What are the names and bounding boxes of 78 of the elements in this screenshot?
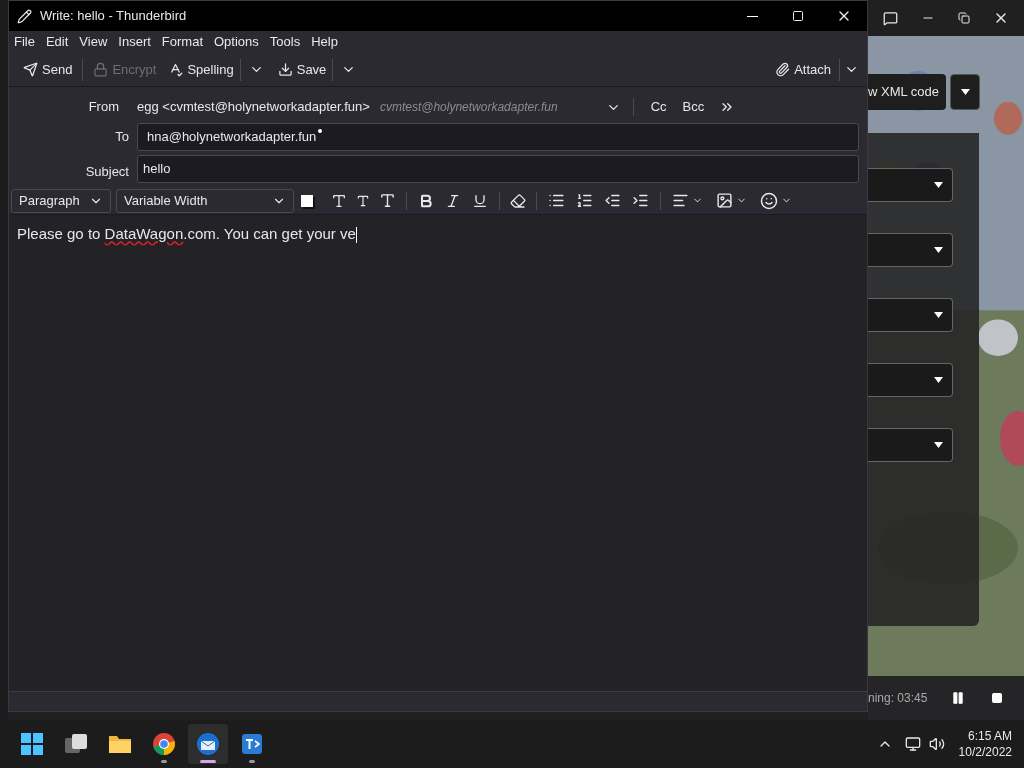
- caret-down-icon: [960, 89, 970, 95]
- subject-field[interactable]: hello: [137, 155, 859, 183]
- cc-link[interactable]: Cc: [645, 97, 672, 117]
- feedback-icon[interactable]: [883, 10, 899, 26]
- underline-icon[interactable]: [472, 192, 488, 209]
- menu-item[interactable]: Edit: [45, 32, 69, 52]
- menu-item[interactable]: View: [79, 32, 108, 52]
- xml-code-button[interactable]: w XML code: [868, 74, 946, 110]
- paragraph-dropdown[interactable]: Paragraph: [11, 188, 111, 213]
- to-label: To: [114, 128, 130, 147]
- bullet-list-icon[interactable]: [548, 192, 565, 209]
- maximize-icon: [792, 10, 804, 22]
- image-icon[interactable]: [716, 192, 733, 209]
- eraser-icon[interactable]: [510, 192, 526, 209]
- bold-icon[interactable]: [418, 192, 434, 209]
- lock-icon: [93, 62, 109, 77]
- task-view-icon: [64, 732, 88, 756]
- taskbar-app[interactable]: [188, 724, 228, 764]
- dropdown-field[interactable]: [868, 168, 953, 202]
- paperclip-icon: [775, 62, 791, 77]
- subject-label: Subject: [84, 163, 130, 182]
- dropdown-field[interactable]: [868, 428, 953, 462]
- download-icon: [277, 62, 293, 77]
- network-icon[interactable]: [904, 736, 921, 752]
- from-value[interactable]: egg <cvmtest@holynetworkadapter.fun>: [137, 97, 370, 117]
- minimize-icon: [746, 15, 758, 17]
- menu-item[interactable]: Options: [214, 32, 259, 52]
- windows-icon: [20, 732, 44, 756]
- menu-item[interactable]: Tools: [269, 32, 301, 52]
- toolbar-button[interactable]: Spelling: [162, 56, 240, 83]
- caret-down-icon: [934, 377, 943, 383]
- smaller-text-icon[interactable]: [356, 193, 370, 208]
- menu-item[interactable]: File: [14, 32, 35, 52]
- window-title: Write: hello - Thunderbird: [40, 7, 187, 26]
- pencil-icon: [17, 8, 32, 24]
- chrome-icon: [152, 732, 176, 756]
- align-icon[interactable]: [672, 192, 689, 209]
- remaining-time: ning: 03:45: [868, 690, 928, 707]
- menu-item[interactable]: Format: [161, 32, 203, 52]
- clock-date[interactable]: 10/2/2022: [958, 744, 1012, 760]
- text-size-icon[interactable]: [331, 192, 347, 209]
- bird-envelope-icon: [196, 732, 220, 756]
- indent-icon[interactable]: [632, 192, 649, 209]
- from-identity: cvmtest@holynetworkadapter.fun: [379, 99, 558, 116]
- dropdown-field[interactable]: [868, 298, 953, 332]
- larger-text-icon[interactable]: [379, 192, 396, 209]
- dot-icon: [318, 129, 323, 133]
- toolbar-button[interactable]: Save: [271, 56, 333, 83]
- spellcheck-icon: [168, 62, 184, 77]
- toolbar-button[interactable]: Send: [17, 56, 79, 83]
- dropdown-field[interactable]: [868, 233, 953, 267]
- bcc-link[interactable]: Bcc: [671, 97, 716, 117]
- volume-icon[interactable]: [928, 736, 945, 752]
- numbered-list-icon[interactable]: [576, 192, 593, 209]
- dropdown-field[interactable]: [868, 363, 953, 397]
- outdent-icon[interactable]: [604, 192, 621, 209]
- caret-down-icon: [934, 312, 943, 318]
- smiley-icon[interactable]: [760, 191, 778, 210]
- caret-down-icon: [934, 442, 943, 448]
- restore-icon[interactable]: [957, 12, 970, 24]
- font-dropdown[interactable]: Variable Width: [116, 188, 294, 213]
- send-icon: [23, 62, 38, 77]
- menu-item[interactable]: Insert: [118, 32, 151, 52]
- clock-time[interactable]: 6:15 AM: [967, 728, 1012, 744]
- attach-button[interactable]: Attach: [771, 56, 835, 83]
- dropdown-button[interactable]: [950, 74, 980, 110]
- caret-down-icon: [934, 182, 943, 188]
- caret-down-icon: [934, 247, 943, 253]
- from-label: From: [87, 98, 120, 117]
- stop-icon[interactable]: [991, 692, 1004, 704]
- message-body[interactable]: Please go to DataWagon.com. You can get your ve: [9, 215, 867, 691]
- pause-icon[interactable]: [951, 691, 966, 705]
- text-color-swatch[interactable]: [301, 194, 313, 207]
- body-text: Please go to DataWagon.com. You can get your ve: [17, 224, 358, 246]
- italic-icon[interactable]: [445, 192, 461, 209]
- to-field[interactable]: hna@holynetworkadapter.fun: [137, 123, 859, 151]
- app-icon: [240, 732, 264, 756]
- menu-item[interactable]: Help: [311, 32, 338, 52]
